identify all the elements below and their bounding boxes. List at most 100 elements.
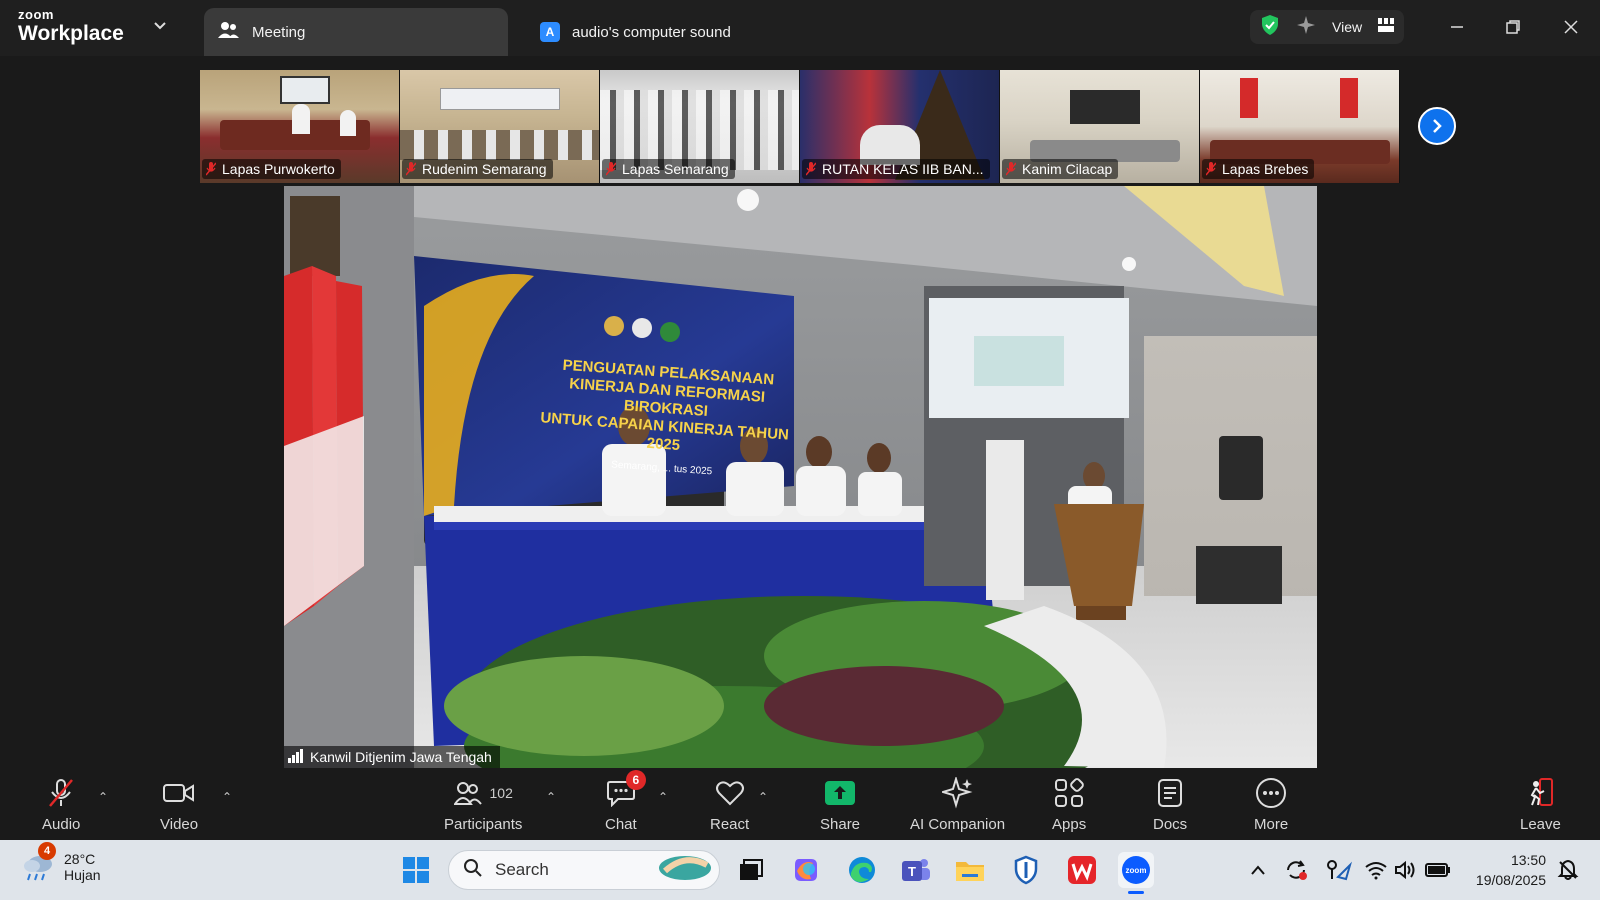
participant-name-label: Lapas Brebes xyxy=(1222,161,1309,177)
copilot-icon[interactable] xyxy=(788,852,824,888)
svg-text:T: T xyxy=(908,864,916,879)
task-view-icon[interactable] xyxy=(732,852,768,888)
active-speaker-video[interactable]: PENGUATAN PELAKSANAAN KINERJA DAN REFORM… xyxy=(284,186,1317,768)
weather-rain-icon: 4 xyxy=(22,842,56,884)
clock-date: 19/08/2025 xyxy=(1475,872,1546,888)
teams-icon[interactable]: T xyxy=(898,852,934,888)
document-icon xyxy=(1157,776,1183,810)
location-share-icon[interactable] xyxy=(1320,852,1356,888)
apps-label: Apps xyxy=(1052,816,1087,833)
chat-bubble-icon: 6 xyxy=(606,770,646,810)
tab-meeting[interactable]: Meeting xyxy=(204,8,508,56)
more-button[interactable]: More xyxy=(1254,776,1288,833)
more-label: More xyxy=(1254,816,1289,833)
security-shield-icon[interactable] xyxy=(1260,14,1280,41)
participant-tile[interactable]: Lapas Brebes xyxy=(1200,70,1400,183)
participant-name: Rudenim Semarang xyxy=(402,159,553,179)
event-banner-text: PENGUATAN PELAKSANAAN KINERJA DAN REFORM… xyxy=(526,355,803,488)
participant-tile[interactable]: Lapas Semarang xyxy=(600,70,800,183)
clock-time: 13:50 xyxy=(1510,852,1546,868)
participant-name-label: Lapas Semarang xyxy=(622,161,729,177)
sparkle-icon[interactable] xyxy=(1296,15,1316,40)
apps-icon xyxy=(1054,776,1084,810)
zoom-app-icon[interactable]: zoom xyxy=(1118,852,1154,894)
speaker-name-tag: Kanwil Ditjenim Jawa Tengah xyxy=(284,746,500,768)
chat-label: Chat xyxy=(605,816,637,833)
participant-name: Lapas Semarang xyxy=(602,159,735,179)
svg-text:zoom: zoom xyxy=(1126,866,1147,875)
participant-tile[interactable]: Kanim Cilacap xyxy=(1000,70,1200,183)
video-camera-icon xyxy=(163,776,195,810)
share-button[interactable]: Share xyxy=(820,776,860,833)
chat-button[interactable]: 6 Chat xyxy=(605,770,646,833)
wps-office-icon[interactable] xyxy=(1064,852,1100,888)
audio-button[interactable]: Audio xyxy=(42,776,80,833)
taskbar-search-input[interactable]: Search xyxy=(448,850,720,890)
participant-tile[interactable]: RUTAN KELAS IIB BAN... xyxy=(800,70,1000,183)
people-icon xyxy=(218,20,240,45)
mic-muted-icon xyxy=(605,162,617,176)
show-hidden-icons-chevron-up-icon[interactable] xyxy=(1240,852,1276,888)
leave-label: Leave xyxy=(1520,816,1561,833)
apps-button[interactable]: Apps xyxy=(1052,776,1086,833)
react-label: React xyxy=(710,816,750,833)
battery-charging-icon[interactable] xyxy=(1420,852,1456,888)
file-explorer-icon[interactable] xyxy=(952,852,988,888)
speaker-video-scene xyxy=(284,186,1317,768)
react-options-chevron-up-icon[interactable]: ⌃ xyxy=(758,790,768,804)
mic-muted-icon xyxy=(1005,162,1017,176)
participant-name-label: RUTAN KELAS IIB BAN... xyxy=(822,161,984,177)
participant-name: Lapas Brebes xyxy=(1202,159,1315,179)
tab-audio-computer-sound[interactable]: A audio's computer sound xyxy=(540,20,731,44)
defender-shield-icon[interactable] xyxy=(1008,852,1044,888)
weather-temperature: 28°C xyxy=(64,851,96,867)
volume-icon[interactable] xyxy=(1388,852,1424,888)
view-controls: View xyxy=(1250,10,1405,44)
close-icon[interactable] xyxy=(1556,14,1586,40)
logo-workplace-text: Workplace xyxy=(18,22,124,45)
weather-condition: Hujan xyxy=(64,867,101,883)
restore-icon[interactable] xyxy=(1498,14,1528,40)
grid-view-icon[interactable] xyxy=(1378,17,1395,37)
app-logo: zoom Workplace xyxy=(18,8,124,44)
video-options-chevron-up-icon[interactable]: ⌃ xyxy=(222,790,232,804)
participant-tile[interactable]: Lapas Purwokerto xyxy=(200,70,400,183)
participant-name: Lapas Purwokerto xyxy=(202,159,341,179)
participants-icon: 102 xyxy=(453,776,513,810)
participant-name: RUTAN KELAS IIB BAN... xyxy=(802,159,990,179)
react-button[interactable]: React xyxy=(710,776,749,833)
participant-thumbnail-strip: Lapas Purwokerto Rudenim Semarang Lapas … xyxy=(200,70,1400,183)
participants-options-chevron-up-icon[interactable]: ⌃ xyxy=(546,790,556,804)
tab-audio-label: audio's computer sound xyxy=(572,23,731,41)
sync-icon[interactable] xyxy=(1278,852,1314,888)
participants-count: 102 xyxy=(489,785,513,801)
minimize-icon[interactable] xyxy=(1442,14,1472,40)
weather-widget[interactable]: 4 28°C Hujan xyxy=(22,842,101,884)
ai-companion-label: AI Companion xyxy=(910,816,1006,833)
leave-button[interactable]: Leave xyxy=(1520,776,1561,833)
ai-sparkle-icon xyxy=(941,776,974,810)
next-page-chevron-right-icon[interactable] xyxy=(1418,107,1456,145)
search-highlight-icon xyxy=(655,853,711,888)
app-menu-chevron-down-icon[interactable] xyxy=(150,18,170,38)
edge-browser-icon[interactable] xyxy=(844,852,880,888)
participant-name: Kanim Cilacap xyxy=(1002,159,1119,179)
chat-options-chevron-up-icon[interactable]: ⌃ xyxy=(658,790,668,804)
windows-start-icon[interactable] xyxy=(398,852,434,888)
leave-exit-icon xyxy=(1524,776,1556,810)
view-button-label[interactable]: View xyxy=(1332,19,1362,35)
notifications-bell-icon[interactable] xyxy=(1550,852,1586,888)
windows-taskbar: 4 28°C Hujan Search T zoom 13:50 19/08/2… xyxy=(0,840,1600,900)
audio-label: Audio xyxy=(42,816,81,833)
participant-tile[interactable]: Rudenim Semarang xyxy=(400,70,600,183)
participants-button[interactable]: 102 Participants xyxy=(444,776,522,833)
tab-meeting-label: Meeting xyxy=(252,23,306,41)
participant-name-label: Kanim Cilacap xyxy=(1022,161,1113,177)
system-clock[interactable]: 13:50 19/08/2025 xyxy=(1466,850,1546,890)
audio-options-chevron-up-icon[interactable]: ⌃ xyxy=(98,790,108,804)
participants-label: Participants xyxy=(444,816,523,833)
video-button[interactable]: Video xyxy=(160,776,198,833)
docs-button[interactable]: Docs xyxy=(1153,776,1187,833)
search-placeholder: Search xyxy=(495,860,549,879)
ai-companion-button[interactable]: AI Companion xyxy=(910,776,1005,833)
